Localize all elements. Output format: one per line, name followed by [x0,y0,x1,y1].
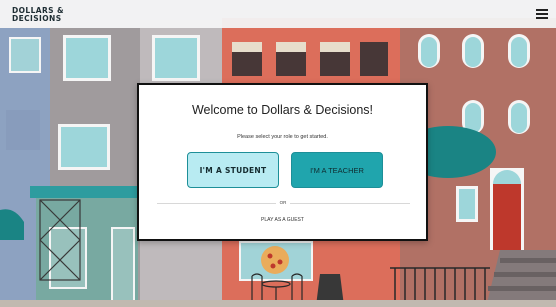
dollars-decisions-logo[interactable]: DOLLARS & DECISIONS [12,7,64,23]
modal-title: Welcome to Dollars & Decisions! [191,103,374,117]
or-separator: OR [279,200,287,205]
top-header: DOLLARS & DECISIONS [0,0,556,28]
teacher-role-button[interactable]: I'M A TEACHER [291,152,383,188]
divider-right [290,203,410,204]
menu-bar [536,13,548,15]
student-role-button[interactable]: I'M A STUDENT [187,152,279,188]
logo-line-2: DECISIONS [12,14,62,23]
menu-bar [536,17,548,19]
play-as-guest-link[interactable]: PLAY AS A GUEST [139,217,426,223]
role-selection-modal: Welcome to Dollars & Decisions! Please s… [137,83,428,241]
hamburger-menu-icon[interactable] [536,9,548,19]
menu-bar [536,9,548,11]
divider-left [157,203,276,204]
modal-subtitle: Please select your role to get started. [237,134,328,140]
page: DOLLARS & DECISIONS Welcome to Dollars &… [0,0,556,307]
